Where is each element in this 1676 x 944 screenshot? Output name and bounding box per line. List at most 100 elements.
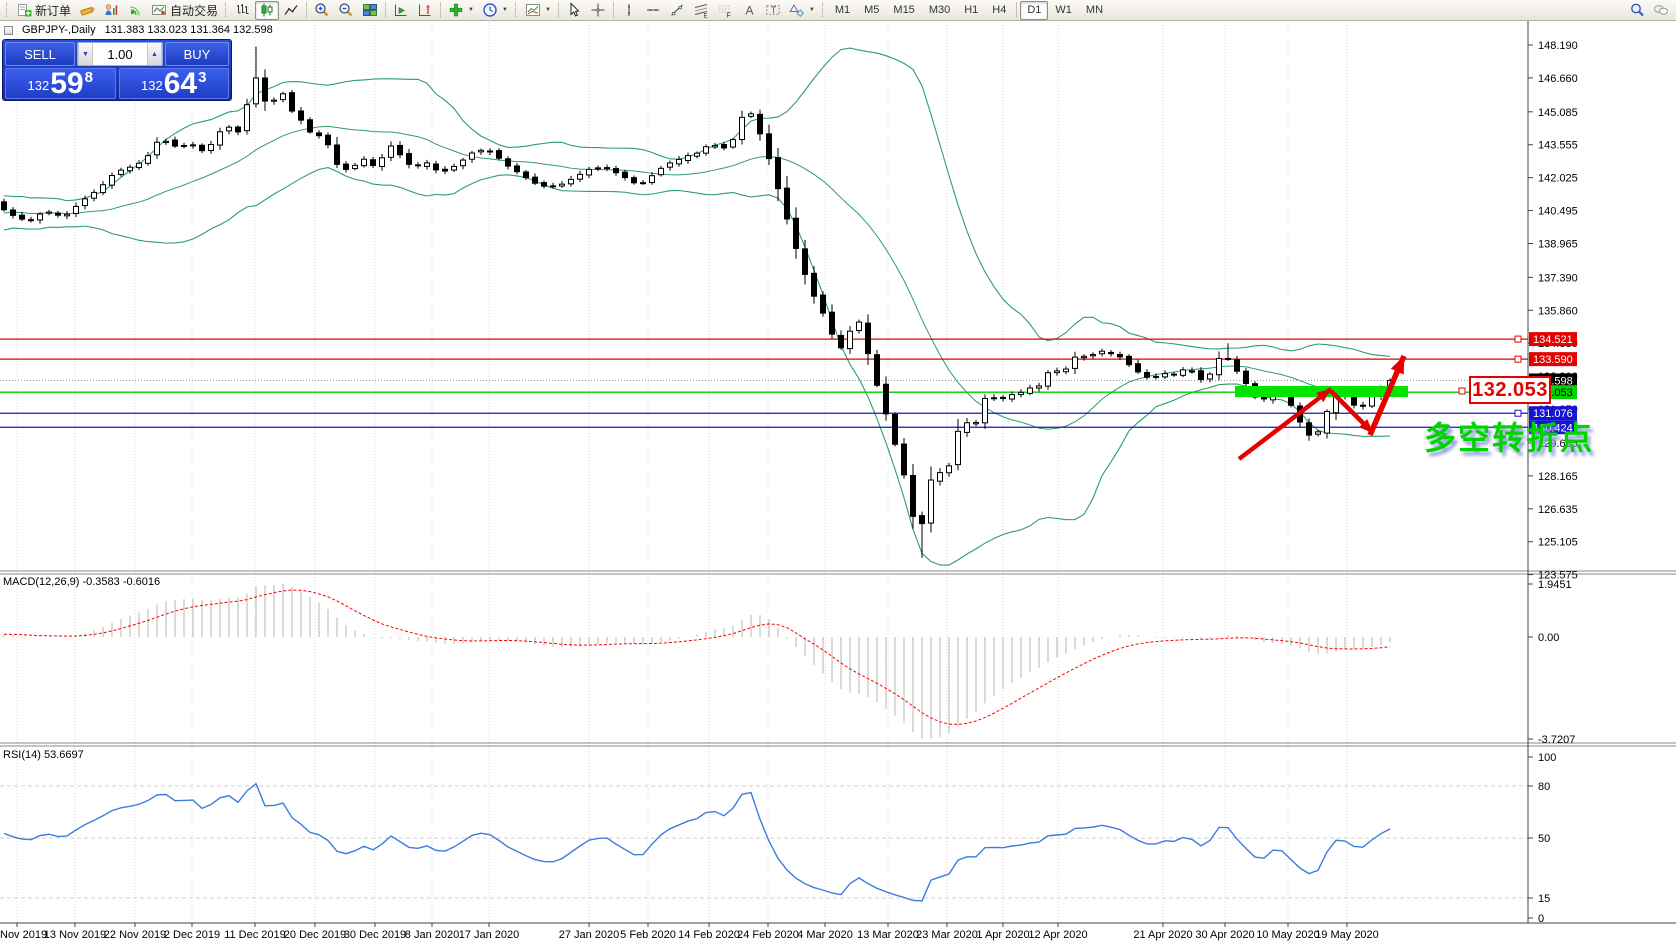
support-band bbox=[1235, 386, 1466, 397]
tf-mn-label: MN bbox=[1085, 4, 1104, 16]
chart-canvas[interactable]: 148.190 146.660 145.085 143.555 142.025 140.4… bbox=[0, 0, 1676, 944]
volume-up-button[interactable]: ▲ bbox=[147, 43, 162, 65]
svg-text:0.00: 0.00 bbox=[1538, 632, 1559, 644]
cursor-button[interactable] bbox=[562, 1, 586, 20]
zoom-in-button[interactable] bbox=[310, 1, 334, 20]
trendline-button[interactable] bbox=[665, 1, 689, 20]
dropdown-arrow-icon[interactable]: ▼ bbox=[545, 7, 551, 13]
svg-text:128.165: 128.165 bbox=[1538, 471, 1578, 483]
tile-windows-button[interactable] bbox=[358, 1, 382, 20]
auto-trading-button[interactable]: 自动交易 bbox=[147, 1, 222, 20]
buy-price-sup: 3 bbox=[198, 69, 207, 86]
time-axis: Nov 201913 Nov 201922 Nov 20192 Dec 2019… bbox=[0, 923, 1379, 941]
profile-icon bbox=[103, 2, 119, 18]
svg-text:145.085: 145.085 bbox=[1538, 107, 1578, 119]
candle-chart-icon bbox=[259, 2, 275, 18]
svg-text:1.9451: 1.9451 bbox=[1538, 579, 1572, 591]
svg-text:14 Feb 2020: 14 Feb 2020 bbox=[678, 929, 740, 941]
svg-text:142.025: 142.025 bbox=[1538, 173, 1578, 185]
profiles-button[interactable] bbox=[99, 1, 123, 20]
shapes-icon bbox=[789, 2, 805, 18]
svg-text:12 Apr 2020: 12 Apr 2020 bbox=[1028, 929, 1087, 941]
horizontal-line-button[interactable] bbox=[641, 1, 665, 20]
chart-title: GBPJPY-,Daily 131.383 133.023 131.364 13… bbox=[4, 24, 273, 36]
svg-text:10 May 2020: 10 May 2020 bbox=[1256, 929, 1320, 941]
search-button[interactable] bbox=[1625, 1, 1649, 20]
new-order-button[interactable]: 新订单 bbox=[12, 1, 75, 20]
toolbar-grip[interactable] bbox=[821, 3, 825, 17]
svg-text:4 Mar 2020: 4 Mar 2020 bbox=[797, 929, 853, 941]
dropdown-arrow-icon[interactable]: ▼ bbox=[809, 7, 815, 13]
toolbar-grip[interactable] bbox=[6, 3, 9, 17]
templates-button[interactable]: ▼ bbox=[521, 1, 555, 20]
tf-w1-button[interactable]: W1 bbox=[1048, 1, 1079, 20]
svg-text:19 May 2020: 19 May 2020 bbox=[1315, 929, 1379, 941]
chart-shift-button[interactable] bbox=[413, 1, 437, 20]
fibo-grid-button[interactable]: F bbox=[713, 1, 737, 20]
marker-button[interactable] bbox=[75, 1, 99, 20]
line-chart-icon bbox=[283, 2, 299, 18]
tf-m30-label: M30 bbox=[928, 4, 951, 16]
fibonacci-button[interactable]: E bbox=[689, 1, 713, 20]
periods-button[interactable]: ▼ bbox=[478, 1, 512, 20]
line-chart-mode-button[interactable] bbox=[279, 1, 303, 20]
dropdown-arrow-icon[interactable]: ▼ bbox=[468, 7, 474, 13]
symbol-period: GBPJPY-,Daily bbox=[22, 24, 96, 36]
svg-text:13 Nov 2019: 13 Nov 2019 bbox=[44, 929, 106, 941]
dropdown-arrow-icon[interactable]: ▼ bbox=[502, 7, 508, 13]
grid-lines bbox=[16, 22, 1348, 923]
svg-text:24 Feb 2020: 24 Feb 2020 bbox=[737, 929, 799, 941]
volume-input[interactable]: 1.00 bbox=[93, 43, 147, 65]
tf-d1-button[interactable]: D1 bbox=[1020, 0, 1049, 20]
sell-button[interactable]: SELL bbox=[5, 42, 75, 66]
svg-text:21 Apr 2020: 21 Apr 2020 bbox=[1133, 929, 1192, 941]
vline-icon bbox=[621, 2, 637, 18]
volume-control: ▼ 1.00 ▲ bbox=[77, 42, 163, 66]
indicators-button[interactable]: ▼ bbox=[444, 1, 478, 20]
chart-shift-icon bbox=[417, 2, 433, 18]
svg-text:126.635: 126.635 bbox=[1538, 504, 1578, 516]
shapes-button[interactable]: ▼ bbox=[785, 1, 819, 20]
tf-h4-button[interactable]: H4 bbox=[985, 1, 1013, 20]
text-button[interactable]: A bbox=[737, 1, 761, 20]
signals-button[interactable] bbox=[123, 1, 147, 20]
text-label-button[interactable]: T bbox=[761, 1, 785, 20]
indicator-axes: 1.9451 0.00 -3.7207 100 80 50 15 0 bbox=[1528, 579, 1575, 925]
toolbar-grip[interactable] bbox=[514, 3, 518, 17]
bar-chart-mode-button[interactable] bbox=[231, 1, 255, 20]
sell-quote-button[interactable]: 132 59 8 bbox=[5, 68, 116, 99]
buy-button[interactable]: BUY bbox=[165, 42, 229, 66]
tf-h1-button[interactable]: H1 bbox=[957, 1, 985, 20]
tf-m1-button[interactable]: M1 bbox=[828, 1, 857, 20]
tf-m5-label: M5 bbox=[864, 4, 880, 16]
svg-text:138.965: 138.965 bbox=[1538, 238, 1578, 250]
periods-icon bbox=[482, 2, 498, 18]
macd-pane bbox=[3, 584, 1391, 739]
toolbar-grip[interactable] bbox=[225, 3, 228, 17]
toolbar-separator bbox=[385, 2, 387, 18]
tf-m30-button[interactable]: M30 bbox=[922, 1, 957, 20]
tf-m5-button[interactable]: M5 bbox=[857, 1, 886, 20]
signal-icon bbox=[127, 2, 143, 18]
crosshair-icon bbox=[590, 2, 606, 18]
tf-mn-button[interactable]: MN bbox=[1079, 1, 1110, 20]
crosshair-button[interactable] bbox=[586, 1, 610, 20]
svg-text:50: 50 bbox=[1538, 833, 1550, 845]
svg-text:0: 0 bbox=[1538, 913, 1544, 925]
auto-scroll-button[interactable] bbox=[389, 1, 413, 20]
volume-down-button[interactable]: ▼ bbox=[78, 43, 93, 65]
svg-text:137.390: 137.390 bbox=[1538, 272, 1578, 284]
svg-text:23 Mar 2020: 23 Mar 2020 bbox=[916, 929, 978, 941]
auto-trading-label: 自动交易 bbox=[170, 3, 219, 18]
search-icon bbox=[1629, 2, 1645, 18]
candles bbox=[1, 46, 1393, 558]
tf-m15-button[interactable]: M15 bbox=[886, 1, 921, 20]
chat-button[interactable] bbox=[1649, 1, 1673, 20]
tf-m1-label: M1 bbox=[834, 4, 851, 16]
buy-quote-button[interactable]: 132 64 3 bbox=[118, 68, 229, 99]
autotrade-icon bbox=[151, 2, 167, 18]
new-order-label: 新订单 bbox=[35, 3, 72, 18]
zoom-out-button[interactable] bbox=[334, 1, 358, 20]
candlestick-mode-button[interactable] bbox=[255, 0, 280, 20]
vertical-line-button[interactable] bbox=[617, 1, 641, 20]
